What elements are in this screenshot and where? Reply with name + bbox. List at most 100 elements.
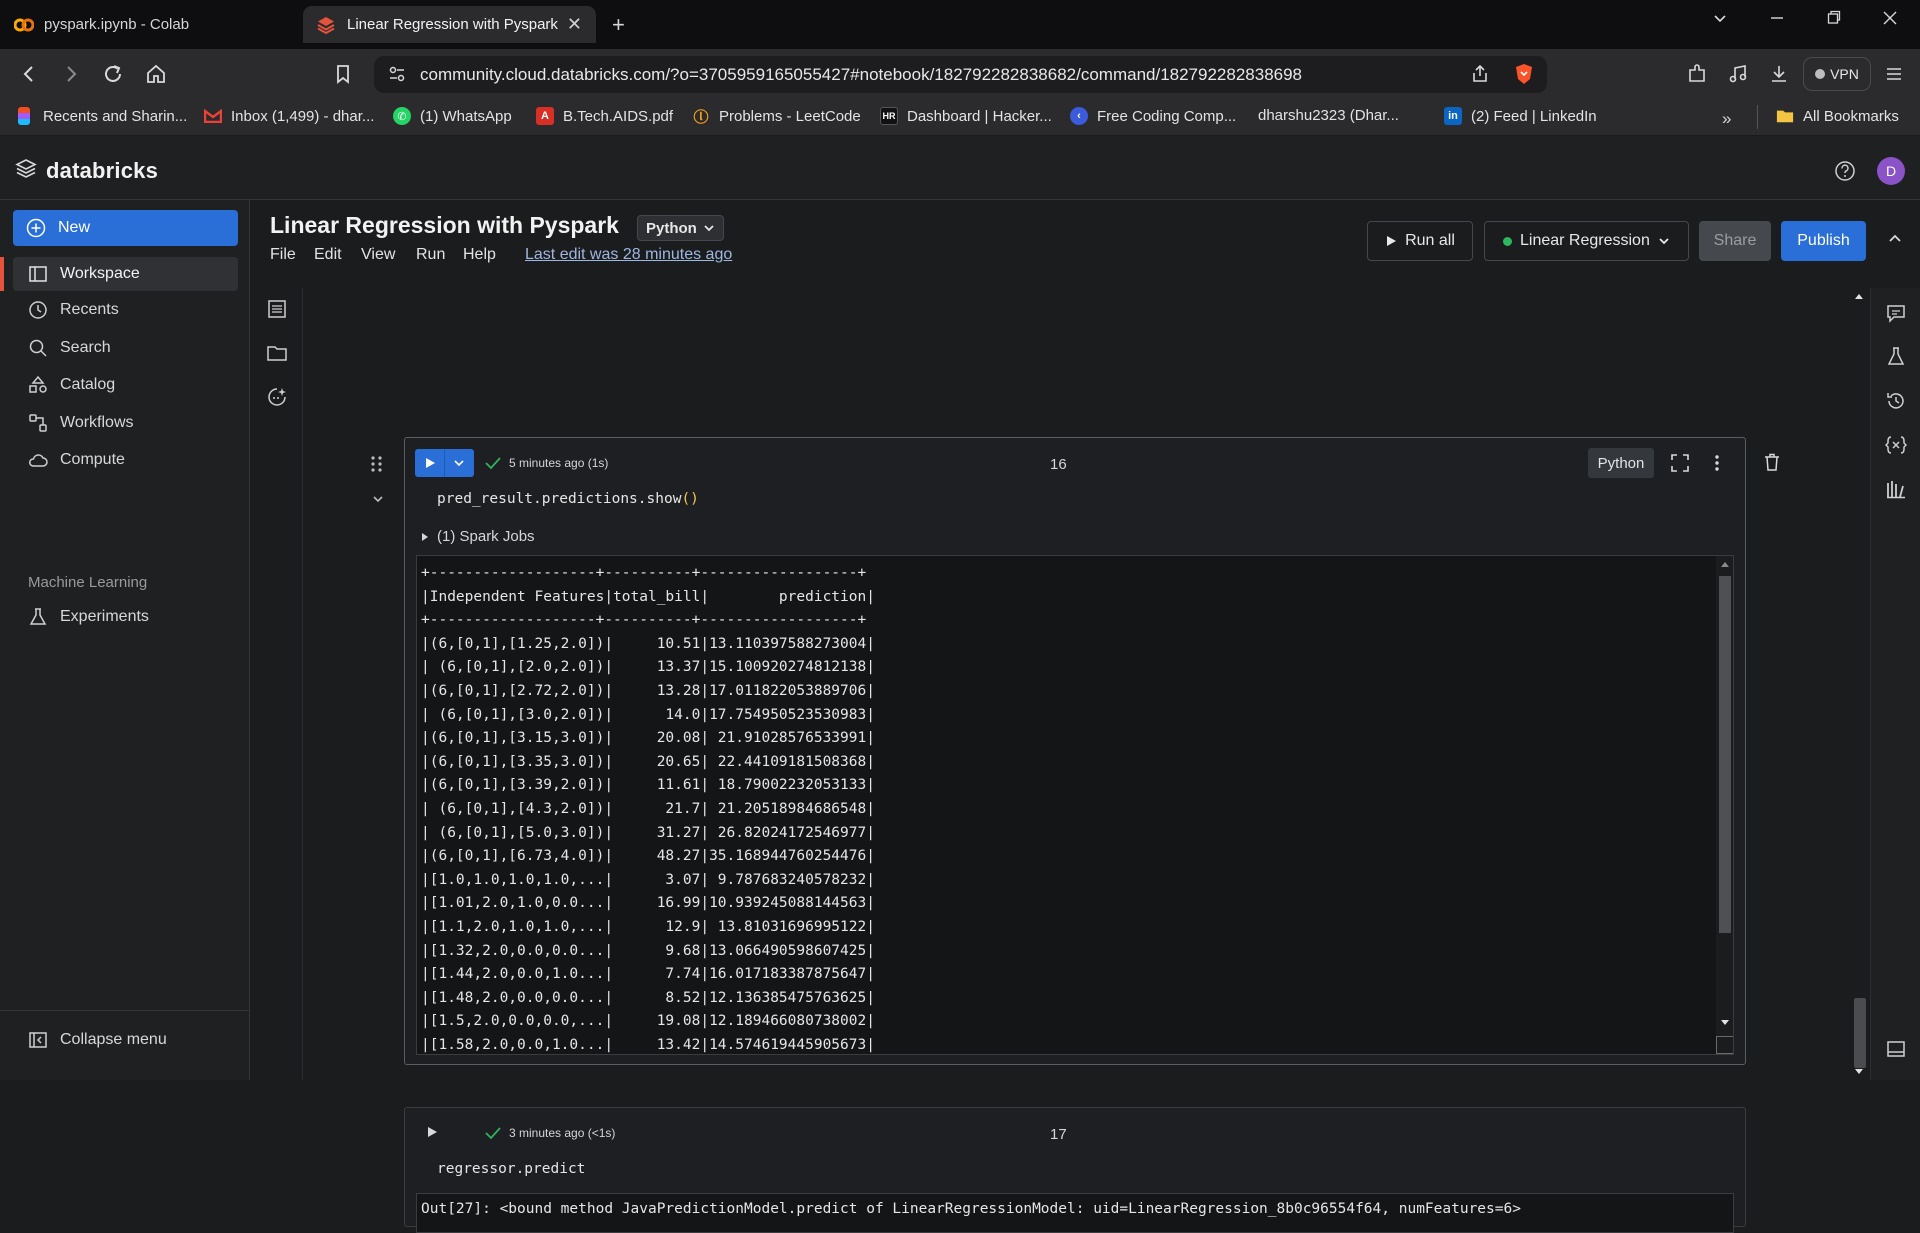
drag-handle-icon[interactable] xyxy=(370,455,384,473)
home-icon[interactable] xyxy=(145,63,167,85)
new-button[interactable]: New xyxy=(13,210,238,246)
bookmark-recents[interactable]: Recents and Sharin... xyxy=(18,107,187,125)
comments-icon[interactable] xyxy=(1885,302,1907,324)
publish-button[interactable]: Publish xyxy=(1781,221,1866,261)
bookmark-linkedin[interactable]: in (2) Feed | LinkedIn xyxy=(1444,107,1597,125)
new-tab-icon[interactable]: + xyxy=(612,12,625,38)
tab-databricks[interactable]: Linear Regression with Pyspark ✕ xyxy=(303,6,596,43)
spark-jobs-toggle[interactable]: (1) Spark Jobs xyxy=(421,528,535,545)
experiments-icon[interactable] xyxy=(1885,346,1907,368)
menu-run[interactable]: Run xyxy=(416,246,445,264)
menu-edit[interactable]: Edit xyxy=(314,246,342,264)
media-icon[interactable] xyxy=(1727,63,1749,85)
scroll-down-icon[interactable] xyxy=(1854,1068,1864,1076)
reload-icon[interactable] xyxy=(102,63,124,85)
output-scroll-thumb[interactable] xyxy=(1719,576,1731,933)
chevron-up-icon[interactable] xyxy=(1888,232,1902,246)
assistant-icon[interactable] xyxy=(266,386,288,408)
code-editor[interactable]: pred_result.predictions.show() xyxy=(437,491,699,507)
notebook-scrollbar[interactable] xyxy=(1850,288,1868,1080)
back-icon[interactable] xyxy=(18,63,40,85)
panel-toggle-icon[interactable] xyxy=(1885,1038,1907,1060)
brand-name[interactable]: databricks xyxy=(46,158,158,184)
variables-icon[interactable] xyxy=(1885,434,1907,456)
help-icon[interactable] xyxy=(1834,160,1856,182)
table-of-contents-icon[interactable] xyxy=(266,298,288,320)
history-icon[interactable] xyxy=(1885,390,1907,412)
play-icon[interactable] xyxy=(415,449,444,477)
more-options-icon[interactable] xyxy=(1714,454,1720,472)
sidebar-item-workflows[interactable]: Workflows xyxy=(13,406,238,440)
run-all-button[interactable]: Run all xyxy=(1367,221,1473,261)
notebook-scroll-thumb[interactable] xyxy=(1854,998,1866,1068)
sidebar-item-compute[interactable]: Compute xyxy=(13,443,238,477)
last-edit-link[interactable]: Last edit was 28 minutes ago xyxy=(525,246,732,264)
cluster-selector[interactable]: Linear Regression xyxy=(1484,221,1689,261)
notebook-title[interactable]: Linear Regression with Pyspark xyxy=(270,212,619,239)
bookmark-free-coding[interactable]: ‹ Free Coding Comp... xyxy=(1070,107,1236,125)
close-window-icon[interactable] xyxy=(1883,10,1897,26)
sidebar-item-workspace[interactable]: Workspace xyxy=(13,257,238,291)
plus-circle-icon xyxy=(26,218,46,238)
databricks-app: databricks D New Workspace Recents Searc… xyxy=(0,136,1920,1233)
collapse-menu-button[interactable]: Collapse menu xyxy=(28,1030,167,1050)
language-selector[interactable]: Python xyxy=(637,215,724,241)
delete-cell-icon[interactable] xyxy=(1762,452,1782,472)
play-icon[interactable] xyxy=(426,1126,438,1138)
sidebar-item-catalog[interactable]: Catalog xyxy=(13,368,238,402)
leetcode-icon: ⓛ xyxy=(693,108,709,126)
scroll-up-icon[interactable] xyxy=(1720,560,1730,568)
run-cell-button[interactable] xyxy=(415,449,474,477)
sidebar-item-recents[interactable]: Recents xyxy=(13,293,238,327)
bookmark-gmail[interactable]: Inbox (1,499) - dhar... xyxy=(204,107,374,125)
notebook-cell-17[interactable]: 3 minutes ago (<1s) 17 regressor.predict… xyxy=(404,1107,1746,1233)
menu-view[interactable]: View xyxy=(361,246,395,264)
bookmark-page-icon[interactable] xyxy=(332,63,354,85)
scroll-down-icon[interactable] xyxy=(1720,1019,1730,1027)
tab-search-icon[interactable] xyxy=(1712,10,1728,26)
bookmark-hackerrank[interactable]: HR Dashboard | Hacker... xyxy=(880,107,1052,125)
menu-icon[interactable] xyxy=(1883,63,1905,85)
restore-icon[interactable] xyxy=(1827,10,1841,26)
minimize-icon[interactable] xyxy=(1770,10,1784,26)
close-tab-icon[interactable]: ✕ xyxy=(567,14,582,35)
bookmark-pdf[interactable]: A B.Tech.AIDS.pdf xyxy=(536,107,673,125)
brave-shield-icon[interactable] xyxy=(1514,63,1534,85)
library-icon[interactable] xyxy=(1885,478,1907,500)
collapse-cell-icon[interactable] xyxy=(371,492,385,506)
fullscreen-icon[interactable] xyxy=(1671,454,1689,472)
forward-icon[interactable] xyxy=(60,63,82,85)
play-icon xyxy=(1385,235,1397,247)
resize-handle-icon[interactable] xyxy=(1716,1036,1733,1054)
scroll-up-icon[interactable] xyxy=(1854,292,1864,300)
site-settings-icon[interactable] xyxy=(388,65,406,83)
cell-language-badge[interactable]: Python xyxy=(1588,448,1654,478)
sidebar-item-experiments[interactable]: Experiments xyxy=(13,600,238,634)
code-editor[interactable]: regressor.predict xyxy=(437,1161,585,1177)
chevron-down-icon[interactable] xyxy=(444,449,473,477)
databricks-logo-icon[interactable] xyxy=(15,158,37,180)
share-page-icon[interactable] xyxy=(1470,64,1490,84)
bookmark-github[interactable]: dharshu2323 (Dhar... xyxy=(1258,107,1399,124)
share-button[interactable]: Share xyxy=(1699,221,1771,261)
sidebar-item-search[interactable]: Search xyxy=(13,331,238,365)
menu-help[interactable]: Help xyxy=(463,246,496,264)
more-bookmarks-icon[interactable]: » xyxy=(1722,109,1731,129)
bookmark-whatsapp[interactable]: ✆ (1) WhatsApp xyxy=(393,107,512,125)
flask-icon xyxy=(28,607,48,627)
folder-icon[interactable] xyxy=(266,342,288,364)
address-bar[interactable]: community.cloud.databricks.com/?o=370595… xyxy=(374,56,1547,93)
url-text: community.cloud.databricks.com/?o=370595… xyxy=(420,65,1303,84)
output-scrollbar[interactable] xyxy=(1716,556,1733,1054)
all-bookmarks[interactable]: All Bookmarks xyxy=(1776,107,1899,125)
tab-title: pyspark.ipynb - Colab xyxy=(44,16,190,33)
vpn-button[interactable]: VPN xyxy=(1803,57,1871,91)
download-icon[interactable] xyxy=(1768,63,1790,85)
notebook-cell-16[interactable]: 5 minutes ago (1s) 16 Python pred_result… xyxy=(404,437,1746,1065)
cell-output: +-------------------+----------+--------… xyxy=(416,555,1734,1055)
avatar[interactable]: D xyxy=(1877,157,1905,185)
menu-file[interactable]: File xyxy=(270,246,296,264)
tab-colab[interactable]: pyspark.ipynb - Colab xyxy=(0,6,300,43)
bookmark-leetcode[interactable]: ⓛ Problems - LeetCode xyxy=(692,107,860,126)
extensions-icon[interactable] xyxy=(1686,63,1708,85)
